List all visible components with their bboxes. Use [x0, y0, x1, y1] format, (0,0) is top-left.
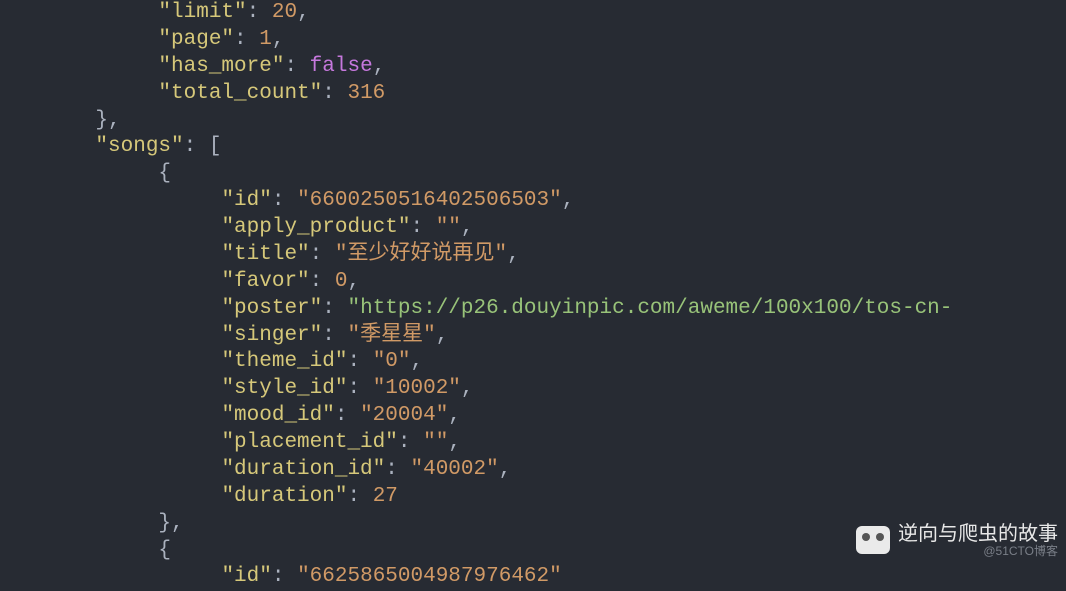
json-key: "limit" [158, 1, 246, 24]
json-string: "" [436, 216, 461, 239]
json-key: "mood_id" [221, 404, 334, 427]
json-string: "10002" [373, 377, 461, 400]
json-string: "" [423, 431, 448, 454]
json-key: "style_id" [221, 377, 347, 400]
json-code-block: "limit": 20, "page": 1, "has_more": fals… [0, 0, 1066, 591]
json-key: "has_more" [158, 55, 284, 78]
json-key: "duration_id" [221, 458, 385, 481]
watermark-subtitle: @51CTO博客 [983, 545, 1058, 558]
json-key: "id" [221, 565, 271, 588]
json-key: "favor" [221, 270, 309, 293]
json-number: 27 [373, 485, 398, 508]
json-string: "6625865004987976462" [297, 565, 562, 588]
json-key: "apply_product" [221, 216, 410, 239]
watermark-title: 逆向与爬虫的故事 [898, 523, 1058, 545]
json-number: 20 [272, 1, 297, 24]
json-string: "20004" [360, 404, 448, 427]
json-key: "songs" [95, 135, 183, 158]
wechat-icon [856, 526, 890, 554]
json-string: "https://p26.douyinpic.com/aweme/100x100… [347, 297, 952, 320]
json-string: "40002" [410, 458, 498, 481]
json-key: "theme_id" [221, 350, 347, 373]
json-key: "title" [221, 243, 309, 266]
json-number: 0 [335, 270, 348, 293]
json-key: "duration" [221, 485, 347, 508]
json-key: "id" [221, 189, 271, 212]
json-string: "0" [373, 350, 411, 373]
json-key: "poster" [221, 297, 322, 320]
json-bool: false [310, 55, 373, 78]
json-key: "singer" [221, 324, 322, 347]
json-string: "季星星" [347, 324, 435, 347]
json-key: "total_count" [158, 82, 322, 105]
json-number: 316 [347, 82, 385, 105]
json-string: "至少好好说再见" [335, 243, 507, 266]
watermark: 逆向与爬虫的故事 @51CTO博客 [856, 523, 1058, 558]
json-key: "placement_id" [221, 431, 397, 454]
json-string: "6600250516402506503" [297, 189, 562, 212]
json-number: 1 [259, 28, 272, 51]
json-key: "page" [158, 28, 234, 51]
